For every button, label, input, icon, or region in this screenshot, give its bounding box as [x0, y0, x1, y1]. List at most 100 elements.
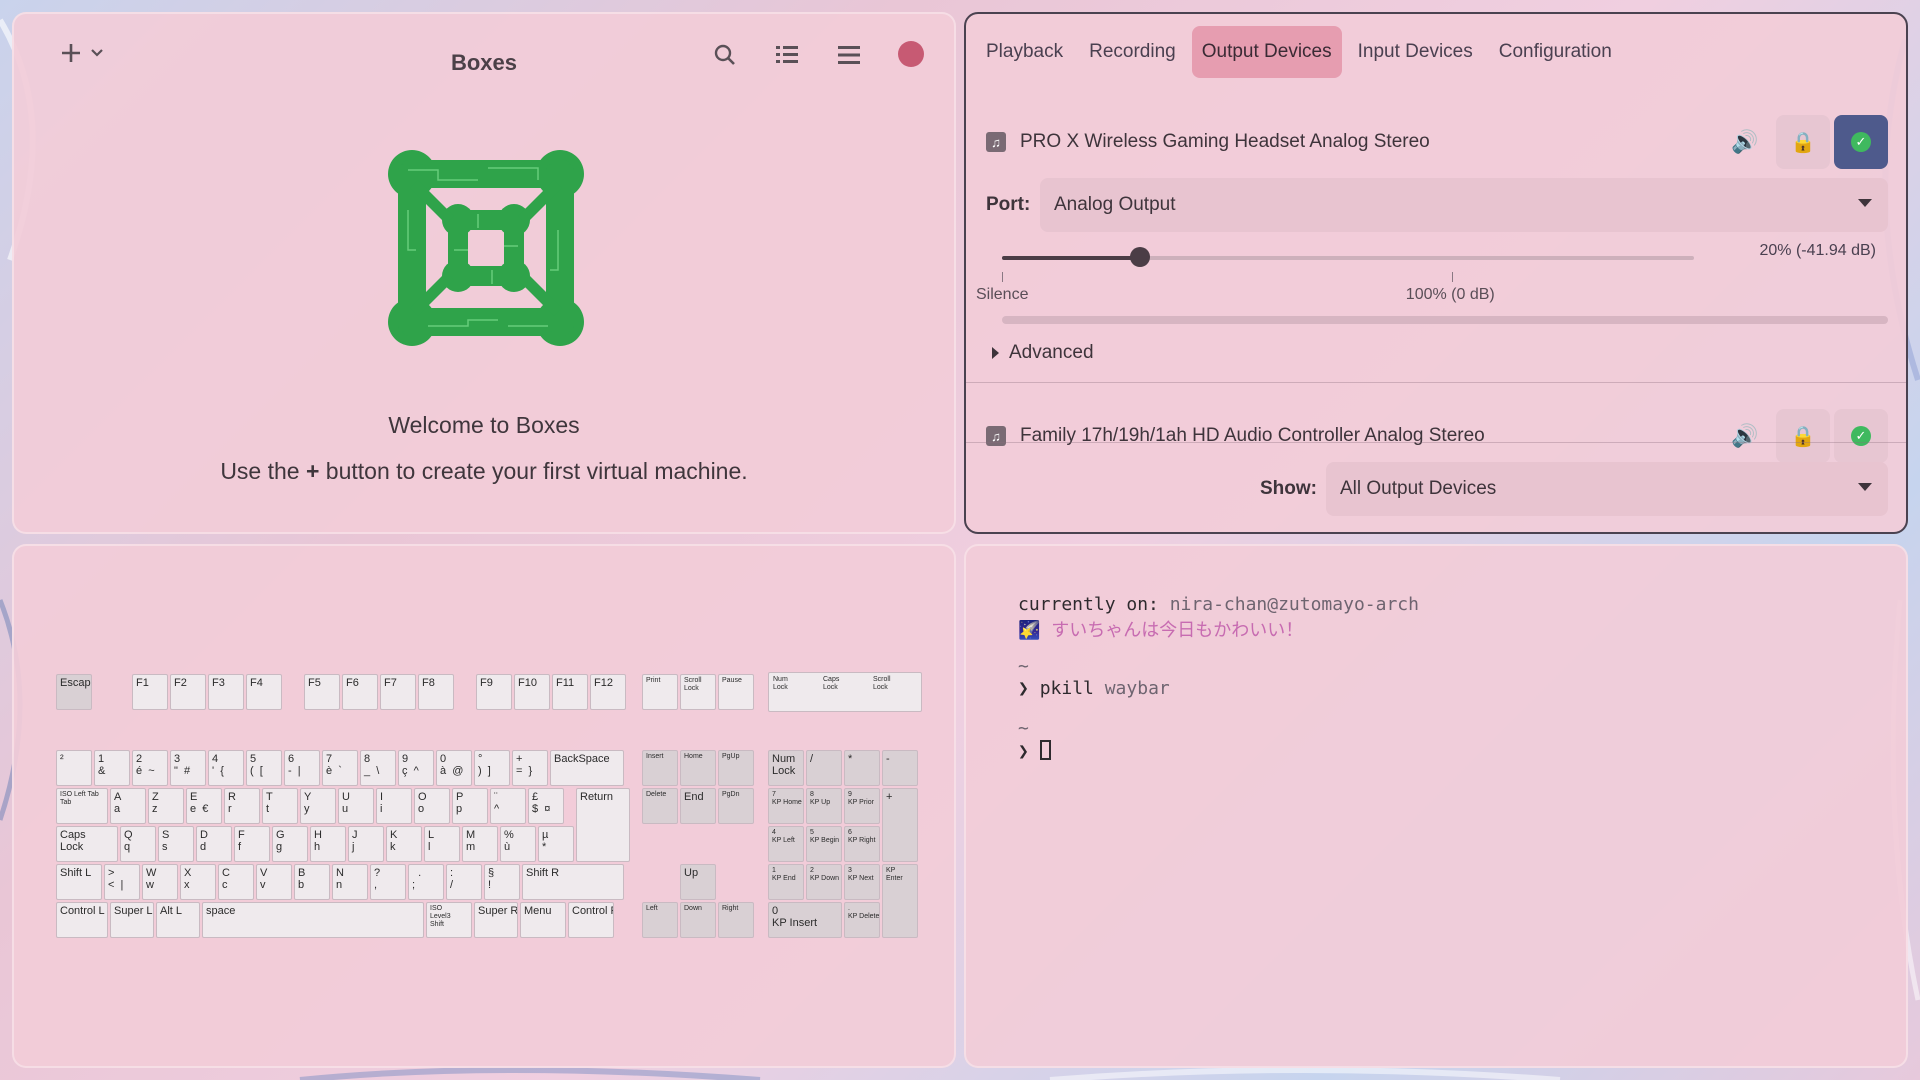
tab-configuration[interactable]: Configuration: [1489, 26, 1622, 78]
key[interactable]: £ $ ¤: [528, 788, 564, 824]
key[interactable]: X x: [180, 864, 216, 900]
key[interactable]: 3 KP Next: [844, 864, 880, 900]
key[interactable]: Up: [680, 864, 716, 900]
port-select[interactable]: Analog Output: [1040, 178, 1888, 232]
key[interactable]: Pause: [718, 674, 754, 710]
key[interactable]: Left: [642, 902, 678, 938]
key[interactable]: 9 ç ^: [398, 750, 434, 786]
key[interactable]: N n: [332, 864, 368, 900]
list-view-button[interactable]: [770, 38, 804, 72]
tab-input-devices[interactable]: Input Devices: [1348, 26, 1483, 78]
key[interactable]: A a: [110, 788, 146, 824]
key[interactable]: +: [882, 788, 918, 862]
key[interactable]: Shift L: [56, 864, 102, 900]
key[interactable]: + = }: [512, 750, 548, 786]
key[interactable]: 1 &: [94, 750, 130, 786]
key[interactable]: 8 KP Up: [806, 788, 842, 824]
key[interactable]: C c: [218, 864, 254, 900]
key[interactable]: End: [680, 788, 716, 824]
lock-channels-button[interactable]: 🔒: [1776, 409, 1830, 463]
key[interactable]: . ;: [408, 864, 444, 900]
key[interactable]: Super L: [110, 902, 154, 938]
key[interactable]: Menu: [520, 902, 566, 938]
key[interactable]: R r: [224, 788, 260, 824]
key[interactable]: ¨ ^: [490, 788, 526, 824]
key[interactable]: KP Enter: [882, 864, 918, 938]
key[interactable]: 6 KP Right: [844, 826, 880, 862]
key[interactable]: Insert: [642, 750, 678, 786]
key[interactable]: *: [844, 750, 880, 786]
key[interactable]: S s: [158, 826, 194, 862]
key[interactable]: L l: [424, 826, 460, 862]
key[interactable]: . KP Delete: [844, 902, 880, 938]
key[interactable]: T t: [262, 788, 298, 824]
key[interactable]: Scroll Lock: [680, 674, 716, 710]
key[interactable]: F9: [476, 674, 512, 710]
key[interactable]: M m: [462, 826, 498, 862]
key[interactable]: Delete: [642, 788, 678, 824]
key[interactable]: space: [202, 902, 424, 938]
advanced-expander[interactable]: Advanced: [992, 342, 1094, 364]
key[interactable]: F12: [590, 674, 626, 710]
key[interactable]: Q q: [120, 826, 156, 862]
key[interactable]: F f: [234, 826, 270, 862]
key[interactable]: W w: [142, 864, 178, 900]
key[interactable]: E e €: [186, 788, 222, 824]
key[interactable]: 8 _ \: [360, 750, 396, 786]
key[interactable]: 3 " #: [170, 750, 206, 786]
key[interactable]: Y y: [300, 788, 336, 824]
key[interactable]: F2: [170, 674, 206, 710]
set-default-button[interactable]: ✓: [1834, 409, 1888, 463]
key[interactable]: K k: [386, 826, 422, 862]
key[interactable]: F3: [208, 674, 244, 710]
key[interactable]: ? ,: [370, 864, 406, 900]
key[interactable]: 7 KP Home: [768, 788, 804, 824]
key[interactable]: G g: [272, 826, 308, 862]
key[interactable]: J j: [348, 826, 384, 862]
key[interactable]: F10: [514, 674, 550, 710]
key[interactable]: F4: [246, 674, 282, 710]
volume-slider-handle[interactable]: [1130, 247, 1151, 267]
key[interactable]: Control R: [568, 902, 614, 938]
key[interactable]: 4 ' {: [208, 750, 244, 786]
key[interactable]: Right: [718, 902, 754, 938]
key[interactable]: 2 KP Down: [806, 864, 842, 900]
key[interactable]: ° ) ]: [474, 750, 510, 786]
key[interactable]: PgUp: [718, 750, 754, 786]
key[interactable]: 2 é ~: [132, 750, 168, 786]
key[interactable]: Super R: [474, 902, 518, 938]
key[interactable]: ISO Level3 Shift: [426, 902, 472, 938]
mute-button[interactable]: 🔊: [1718, 115, 1772, 169]
key[interactable]: Home: [680, 750, 716, 786]
main-menu-button[interactable]: [832, 38, 866, 72]
search-button[interactable]: [708, 38, 742, 72]
tab-playback[interactable]: Playback: [976, 26, 1073, 78]
key[interactable]: H h: [310, 826, 346, 862]
key[interactable]: Shift R: [522, 864, 624, 900]
key[interactable]: F7: [380, 674, 416, 710]
key[interactable]: U u: [338, 788, 374, 824]
key[interactable]: ISO Left Tab Tab: [56, 788, 108, 824]
key[interactable]: ²: [56, 750, 92, 786]
lock-channels-button[interactable]: 🔒: [1776, 115, 1830, 169]
set-default-button[interactable]: ✓: [1834, 115, 1888, 169]
key[interactable]: Print: [642, 674, 678, 710]
key[interactable]: 5 ( [: [246, 750, 282, 786]
volume-slider[interactable]: [1002, 247, 1694, 267]
key[interactable]: Caps Lock: [56, 826, 118, 862]
key[interactable]: 7 è `: [322, 750, 358, 786]
key[interactable]: > < |: [104, 864, 140, 900]
key[interactable]: 9 KP Prior: [844, 788, 880, 824]
tab-recording[interactable]: Recording: [1079, 26, 1186, 78]
key[interactable]: /: [806, 750, 842, 786]
key[interactable]: Z z: [148, 788, 184, 824]
key[interactable]: I i: [376, 788, 412, 824]
key[interactable]: Escape: [56, 674, 92, 710]
key[interactable]: 0 à @: [436, 750, 472, 786]
key[interactable]: F11: [552, 674, 588, 710]
key[interactable]: Control L: [56, 902, 108, 938]
key[interactable]: O o: [414, 788, 450, 824]
key[interactable]: D d: [196, 826, 232, 862]
key[interactable]: F1: [132, 674, 168, 710]
key[interactable]: Down: [680, 902, 716, 938]
